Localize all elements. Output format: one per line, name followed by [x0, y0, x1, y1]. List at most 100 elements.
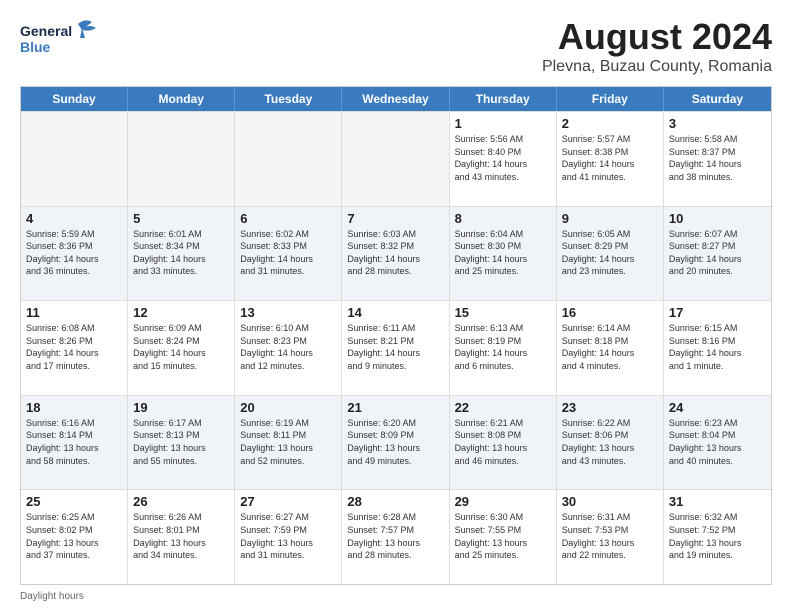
day-content: Sunrise: 6:22 AM Sunset: 8:06 PM Dayligh… [562, 417, 658, 467]
day-number: 2 [562, 116, 658, 131]
day-content: Sunrise: 6:14 AM Sunset: 8:18 PM Dayligh… [562, 322, 658, 372]
day-number: 25 [26, 494, 122, 509]
day-content: Sunrise: 6:05 AM Sunset: 8:29 PM Dayligh… [562, 228, 658, 278]
empty-cell [342, 112, 449, 206]
cal-day-cell: 19Sunrise: 6:17 AM Sunset: 8:13 PM Dayli… [128, 396, 235, 490]
logo-svg: General Blue [20, 16, 110, 61]
cal-day-cell: 15 Sunrise: 6:13 AM Sunset: 8:19 PM Dayli… [450, 301, 557, 395]
cal-day-cell: 6Sunrise: 6:02 AM Sunset: 8:33 PM Daylig… [235, 207, 342, 301]
cal-header-cell: Monday [128, 87, 235, 111]
calendar-row: 1 Sunrise: 5:56 AM Sunset: 8:40 PM Daylig… [21, 111, 771, 206]
day-content: Sunrise: 5:56 AM Sunset: 8:40 PM Dayligh… [455, 133, 551, 183]
cal-day-cell: 22 Sunrise: 6:21 AM Sunset: 8:08 PM Dayli… [450, 396, 557, 490]
cal-day-cell: 21Sunrise: 6:20 AM Sunset: 8:09 PM Dayli… [342, 396, 449, 490]
day-number: 8 [455, 211, 551, 226]
day-content: Sunrise: 6:27 AM Sunset: 7:59 PM Dayligh… [240, 511, 336, 561]
calendar-row: 4 Sunrise: 5:59 AM Sunset: 8:36 PM Daylig… [21, 206, 771, 301]
day-content: Sunrise: 6:21 AM Sunset: 8:08 PM Dayligh… [455, 417, 551, 467]
calendar-row: 18 Sunrise: 6:16 AM Sunset: 8:14 PM Dayli… [21, 395, 771, 490]
logo: General Blue [20, 16, 110, 61]
cal-day-cell: 31 Sunrise: 6:32 AM Sunset: 7:52 PM Dayli… [664, 490, 771, 584]
empty-cell [128, 112, 235, 206]
day-number: 7 [347, 211, 443, 226]
day-number: 30 [562, 494, 658, 509]
day-content: Sunrise: 6:23 AM Sunset: 8:04 PM Dayligh… [669, 417, 766, 467]
day-content: Sunrise: 6:32 AM Sunset: 7:52 PM Dayligh… [669, 511, 766, 561]
day-number: 28 [347, 494, 443, 509]
day-content: Sunrise: 6:03 AM Sunset: 8:32 PM Dayligh… [347, 228, 443, 278]
cal-day-cell: 25 Sunrise: 6:25 AM Sunset: 8:02 PM Dayli… [21, 490, 128, 584]
day-number: 4 [26, 211, 122, 226]
cal-day-cell: 27 Sunrise: 6:27 AM Sunset: 7:59 PM Dayli… [235, 490, 342, 584]
day-number: 16 [562, 305, 658, 320]
cal-header-cell: Wednesday [342, 87, 449, 111]
svg-text:Blue: Blue [20, 39, 51, 55]
day-number: 1 [455, 116, 551, 131]
day-content: Sunrise: 6:30 AM Sunset: 7:55 PM Dayligh… [455, 511, 551, 561]
cal-day-cell: 18 Sunrise: 6:16 AM Sunset: 8:14 PM Dayli… [21, 396, 128, 490]
cal-header-cell: Thursday [450, 87, 557, 111]
day-number: 10 [669, 211, 766, 226]
cal-day-cell: 20Sunrise: 6:19 AM Sunset: 8:11 PM Dayli… [235, 396, 342, 490]
cal-header-cell: Friday [557, 87, 664, 111]
day-number: 3 [669, 116, 766, 131]
cal-day-cell: 30 Sunrise: 6:31 AM Sunset: 7:53 PM Dayli… [557, 490, 664, 584]
day-number: 24 [669, 400, 766, 415]
calendar-header: SundayMondayTuesdayWednesdayThursdayFrid… [21, 87, 771, 111]
cal-day-cell: 17Sunrise: 6:15 AM Sunset: 8:16 PM Dayli… [664, 301, 771, 395]
cal-header-cell: Saturday [664, 87, 771, 111]
day-content: Sunrise: 6:08 AM Sunset: 8:26 PM Dayligh… [26, 322, 122, 372]
day-number: 12 [133, 305, 229, 320]
cal-day-cell: 7 Sunrise: 6:03 AM Sunset: 8:32 PM Daylig… [342, 207, 449, 301]
day-number: 21 [347, 400, 443, 415]
cal-day-cell: 16 Sunrise: 6:14 AM Sunset: 8:18 PM Dayli… [557, 301, 664, 395]
cal-day-cell: 14 Sunrise: 6:11 AM Sunset: 8:21 PM Dayli… [342, 301, 449, 395]
day-content: Sunrise: 6:28 AM Sunset: 7:57 PM Dayligh… [347, 511, 443, 561]
day-content: Sunrise: 6:25 AM Sunset: 8:02 PM Dayligh… [26, 511, 122, 561]
cal-day-cell: 28 Sunrise: 6:28 AM Sunset: 7:57 PM Dayli… [342, 490, 449, 584]
cal-header-cell: Sunday [21, 87, 128, 111]
cal-day-cell: 23 Sunrise: 6:22 AM Sunset: 8:06 PM Dayli… [557, 396, 664, 490]
day-number: 23 [562, 400, 658, 415]
empty-cell [21, 112, 128, 206]
svg-text:General: General [20, 23, 72, 39]
subtitle: Plevna, Buzau County, Romania [542, 58, 772, 76]
cal-day-cell: 1 Sunrise: 5:56 AM Sunset: 8:40 PM Daylig… [450, 112, 557, 206]
day-number: 9 [562, 211, 658, 226]
calendar-row: 11 Sunrise: 6:08 AM Sunset: 8:26 PM Dayli… [21, 300, 771, 395]
day-number: 27 [240, 494, 336, 509]
day-content: Sunrise: 6:07 AM Sunset: 8:27 PM Dayligh… [669, 228, 766, 278]
cal-day-cell: 5Sunrise: 6:01 AM Sunset: 8:34 PM Daylig… [128, 207, 235, 301]
day-content: Sunrise: 5:59 AM Sunset: 8:36 PM Dayligh… [26, 228, 122, 278]
cal-day-cell: 13Sunrise: 6:10 AM Sunset: 8:23 PM Dayli… [235, 301, 342, 395]
cal-day-cell: 4 Sunrise: 5:59 AM Sunset: 8:36 PM Daylig… [21, 207, 128, 301]
day-number: 6 [240, 211, 336, 226]
cal-day-cell: 10 Sunrise: 6:07 AM Sunset: 8:27 PM Dayli… [664, 207, 771, 301]
day-content: Sunrise: 5:58 AM Sunset: 8:37 PM Dayligh… [669, 133, 766, 183]
day-number: 14 [347, 305, 443, 320]
footer-text: Daylight hours [20, 591, 84, 602]
calendar: SundayMondayTuesdayWednesdayThursdayFrid… [20, 86, 772, 585]
cal-day-cell: 3 Sunrise: 5:58 AM Sunset: 8:37 PM Daylig… [664, 112, 771, 206]
title-block: August 2024 Plevna, Buzau County, Romani… [542, 16, 772, 76]
cal-day-cell: 2Sunrise: 5:57 AM Sunset: 8:38 PM Daylig… [557, 112, 664, 206]
cal-day-cell: 12Sunrise: 6:09 AM Sunset: 8:24 PM Dayli… [128, 301, 235, 395]
day-number: 22 [455, 400, 551, 415]
day-number: 31 [669, 494, 766, 509]
day-content: Sunrise: 6:31 AM Sunset: 7:53 PM Dayligh… [562, 511, 658, 561]
day-content: Sunrise: 6:15 AM Sunset: 8:16 PM Dayligh… [669, 322, 766, 372]
cal-day-cell: 9 Sunrise: 6:05 AM Sunset: 8:29 PM Daylig… [557, 207, 664, 301]
day-content: Sunrise: 6:10 AM Sunset: 8:23 PM Dayligh… [240, 322, 336, 372]
day-content: Sunrise: 6:13 AM Sunset: 8:19 PM Dayligh… [455, 322, 551, 372]
cal-day-cell: 29Sunrise: 6:30 AM Sunset: 7:55 PM Dayli… [450, 490, 557, 584]
day-content: Sunrise: 6:16 AM Sunset: 8:14 PM Dayligh… [26, 417, 122, 467]
cal-day-cell: 11 Sunrise: 6:08 AM Sunset: 8:26 PM Dayli… [21, 301, 128, 395]
day-content: Sunrise: 6:04 AM Sunset: 8:30 PM Dayligh… [455, 228, 551, 278]
page: General Blue August 2024 Plevna, Buzau C… [0, 0, 792, 612]
day-number: 18 [26, 400, 122, 415]
day-number: 11 [26, 305, 122, 320]
day-number: 15 [455, 305, 551, 320]
calendar-row: 25 Sunrise: 6:25 AM Sunset: 8:02 PM Dayli… [21, 489, 771, 584]
day-number: 20 [240, 400, 336, 415]
day-content: Sunrise: 6:11 AM Sunset: 8:21 PM Dayligh… [347, 322, 443, 372]
